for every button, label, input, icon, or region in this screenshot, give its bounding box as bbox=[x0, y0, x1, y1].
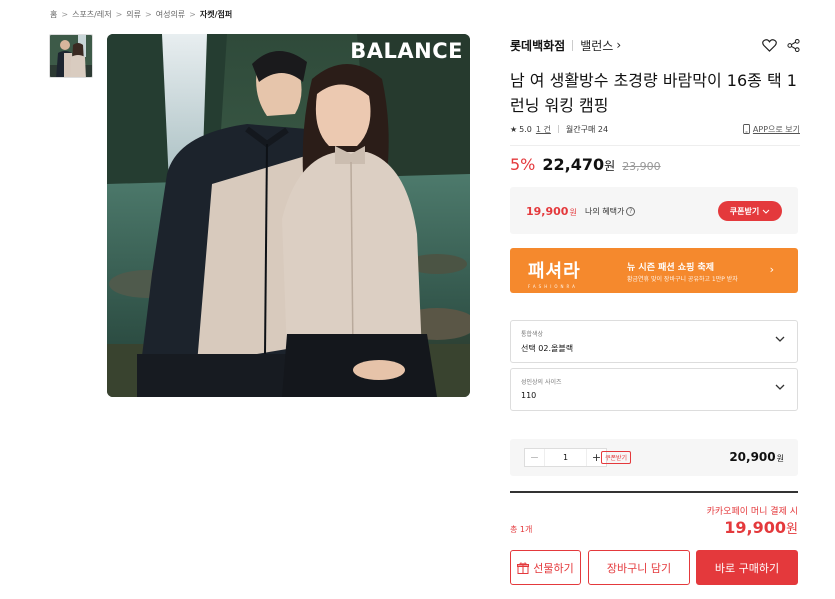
banner-logo-subtext: FASHIONRA bbox=[528, 284, 578, 289]
benefit-price-value: 19,900 bbox=[526, 205, 569, 218]
banner-subtitle: 황금연휴 맞이 장바구니 공유하고 1만P 받자 bbox=[627, 276, 738, 283]
product-main-image[interactable]: BALANCE bbox=[107, 34, 470, 397]
breadcrumb-separator: > bbox=[115, 10, 123, 19]
sale-price-value: 22,470 bbox=[542, 155, 605, 174]
banner-logo: 패셔라 FASHIONRA bbox=[528, 257, 581, 289]
total-price: 19,900원 bbox=[724, 518, 798, 537]
divider bbox=[510, 491, 798, 493]
share-icon[interactable] bbox=[787, 38, 800, 52]
sale-price-unit: 원 bbox=[604, 159, 616, 173]
product-thumbnail[interactable] bbox=[49, 34, 93, 78]
monthly-purchase: 월간구매 24 bbox=[565, 124, 609, 134]
total-price-unit: 원 bbox=[786, 522, 798, 537]
info-icon[interactable]: ? bbox=[626, 207, 636, 216]
sale-price: 22,470원 bbox=[542, 155, 615, 174]
total-price-value: 19,900 bbox=[724, 518, 787, 537]
original-price: 23,900 bbox=[622, 160, 661, 173]
app-view-link[interactable]: APP으로 보기 bbox=[742, 124, 800, 135]
breadcrumb: 홈 > 스포츠/레저 > 의류 > 여성의류 > 자켓/점퍼 bbox=[50, 9, 232, 20]
coupon-button-label: 쿠폰받기 bbox=[729, 206, 760, 216]
size-select-label: 성인상의 사이즈 bbox=[521, 379, 562, 386]
breadcrumb-clothing[interactable]: 의류 bbox=[126, 9, 141, 20]
banner-logo-text: 패셔라 bbox=[528, 261, 581, 282]
item-price-value: 20,900 bbox=[729, 450, 776, 464]
benefit-price: 19,900원 bbox=[526, 205, 577, 218]
rating-value: 5.0 bbox=[519, 124, 532, 134]
coupon-button[interactable]: 쿠폰받기 bbox=[718, 201, 782, 221]
chevron-down-icon bbox=[775, 384, 785, 390]
chevron-down-icon bbox=[775, 336, 785, 342]
heart-icon[interactable] bbox=[762, 38, 777, 52]
gift-button[interactable]: 선물하기 bbox=[510, 550, 581, 585]
size-select[interactable]: 성인상의 사이즈 110 bbox=[510, 368, 798, 411]
brand-link[interactable]: 밸런스 › bbox=[580, 37, 621, 54]
divider bbox=[510, 145, 800, 146]
brand-name: 밸런스 bbox=[580, 38, 614, 53]
benefit-label-text: 나의 혜택가 bbox=[585, 207, 625, 216]
divider bbox=[557, 125, 559, 133]
decrease-button[interactable]: − bbox=[525, 449, 544, 466]
banner-title: 뉴 시즌 패션 쇼핑 축제 bbox=[627, 263, 715, 273]
color-select[interactable]: 통합색상 선택 02.올블랙 bbox=[510, 320, 798, 363]
discount-rate: 5% bbox=[510, 155, 536, 174]
buy-now-button[interactable]: 바로 구매하기 bbox=[696, 550, 798, 585]
benefit-label[interactable]: 나의 혜택가 ? bbox=[585, 206, 636, 217]
item-price: 20,900원 bbox=[729, 450, 784, 464]
action-icons bbox=[762, 38, 800, 52]
breadcrumb-womens[interactable]: 여성의류 bbox=[156, 9, 185, 20]
breadcrumb-separator: > bbox=[189, 10, 196, 19]
buy-button-label: 바로 구매하기 bbox=[714, 561, 780, 575]
product-title: 남 여 생활방수 초경량 바람막이 16종 택 1 런닝 워킹 캠핑 bbox=[510, 71, 797, 115]
item-price-unit: 원 bbox=[776, 454, 784, 463]
seller-name[interactable]: 롯데백화점 bbox=[510, 37, 565, 54]
brand-overlay-text: BALANCE bbox=[350, 39, 463, 63]
star-icon: ★ bbox=[510, 124, 518, 134]
quantity-stepper: − 1 + bbox=[524, 448, 607, 467]
quantity-box: − 1 + 쿠폰받기 20,900원 bbox=[510, 439, 798, 476]
benefit-price-unit: 원 bbox=[569, 208, 577, 217]
breadcrumb-separator: > bbox=[61, 10, 69, 19]
chevron-down-icon bbox=[762, 209, 770, 214]
app-view-label: APP으로 보기 bbox=[752, 124, 800, 134]
breadcrumb-current[interactable]: 자켓/점퍼 bbox=[200, 9, 232, 20]
cart-button-label: 장바구니 담기 bbox=[606, 561, 672, 575]
breadcrumb-sports[interactable]: 스포츠/레저 bbox=[72, 9, 112, 20]
coupon-tag-button[interactable]: 쿠폰받기 bbox=[601, 451, 632, 464]
breadcrumb-home[interactable]: 홈 bbox=[50, 9, 57, 20]
color-select-label: 통합색상 bbox=[521, 331, 544, 338]
gift-icon bbox=[517, 561, 530, 574]
price-row: 5% 22,470원 23,900 bbox=[510, 155, 661, 175]
color-select-value: 선택 02.올블랙 bbox=[521, 344, 574, 353]
benefit-price-box: 19,900원 나의 혜택가 ? 쿠폰받기 bbox=[510, 187, 798, 234]
total-count: 총 1개 bbox=[510, 525, 533, 534]
quantity-value[interactable]: 1 bbox=[544, 449, 587, 466]
rating-row: ★ 5.0 1 건 월간구매 24 APP으로 보기 bbox=[510, 122, 800, 136]
chevron-right-icon: › bbox=[616, 38, 622, 52]
phone-icon bbox=[742, 124, 750, 134]
divider bbox=[572, 39, 574, 51]
add-to-cart-button[interactable]: 장바구니 담기 bbox=[588, 550, 690, 585]
kakaopay-note: 카카오페이 머니 결제 시 bbox=[706, 507, 798, 517]
seller-row: 롯데백화점 밸런스 › bbox=[510, 36, 800, 54]
size-select-value: 110 bbox=[521, 391, 537, 400]
chevron-right-icon: › bbox=[769, 263, 774, 276]
gift-button-label: 선물하기 bbox=[533, 561, 574, 575]
fashion-festival-banner[interactable]: 패셔라 FASHIONRA 뉴 시즌 패션 쇼핑 축제 황금연휴 맞이 장바구니… bbox=[510, 248, 798, 293]
review-count-link[interactable]: 1 건 bbox=[536, 124, 551, 135]
breadcrumb-separator: > bbox=[145, 10, 152, 19]
